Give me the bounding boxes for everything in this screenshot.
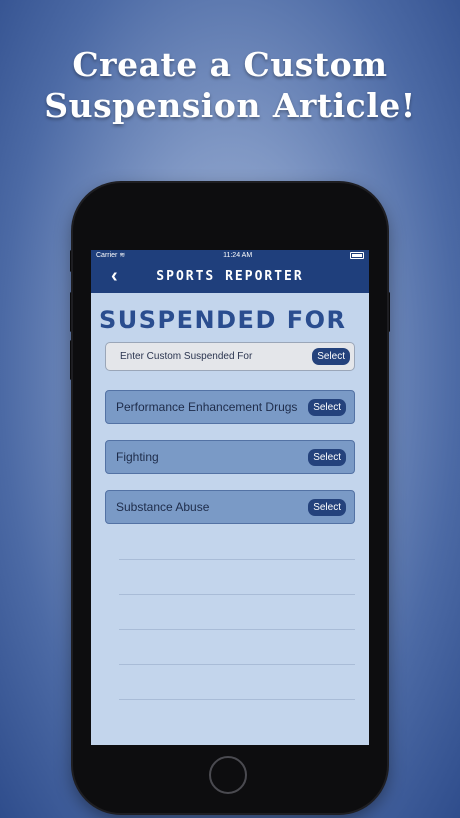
status-left: Carrier ≋: [96, 251, 126, 260]
list-separator: [119, 559, 355, 560]
option-row-fighting[interactable]: Fighting Select: [105, 440, 355, 474]
list-separator: [119, 629, 355, 630]
home-button[interactable]: [209, 756, 247, 794]
list-separator: [119, 699, 355, 700]
option-label: Performance Enhancement Drugs: [116, 400, 298, 414]
custom-input-placeholder: Enter Custom Suspended For: [120, 351, 253, 362]
app-screen: Carrier ≋ 11:24 AM ‹ SPORTS REPORTER SUS…: [91, 250, 369, 745]
status-bar: Carrier ≋ 11:24 AM: [91, 250, 369, 260]
carrier-label: Carrier: [96, 251, 118, 259]
custom-suspension-input[interactable]: Enter Custom Suspended For Select: [105, 342, 355, 371]
status-time: 11:24 AM: [223, 251, 253, 259]
nav-bar: ‹ SPORTS REPORTER: [91, 260, 369, 293]
battery-icon: [349, 251, 364, 259]
option-label: Substance Abuse: [116, 500, 210, 514]
wifi-icon: ≋: [119, 252, 126, 259]
option-row-performance-enhancement-drugs[interactable]: Performance Enhancement Drugs Select: [105, 390, 355, 424]
list-separator: [119, 594, 355, 595]
list-separator: [119, 664, 355, 665]
headline-line-2: Suspension Article!: [44, 86, 416, 125]
option-label: Fighting: [116, 450, 159, 464]
select-button[interactable]: Select: [308, 448, 346, 466]
page-title: SUSPENDED FOR: [99, 306, 347, 334]
custom-select-button[interactable]: Select: [312, 348, 350, 365]
promo-headline: Create a Custom Suspension Article!: [0, 44, 460, 126]
phone-power-button: [387, 292, 390, 332]
nav-title: SPORTS REPORTER: [156, 269, 304, 284]
phone-frame: Carrier ≋ 11:24 AM ‹ SPORTS REPORTER SUS…: [73, 183, 387, 813]
headline-line-1: Create a Custom: [72, 45, 388, 84]
option-row-substance-abuse[interactable]: Substance Abuse Select: [105, 490, 355, 524]
select-button[interactable]: Select: [308, 498, 346, 516]
chevron-left-icon[interactable]: ‹: [111, 266, 121, 286]
select-button[interactable]: Select: [308, 398, 346, 416]
